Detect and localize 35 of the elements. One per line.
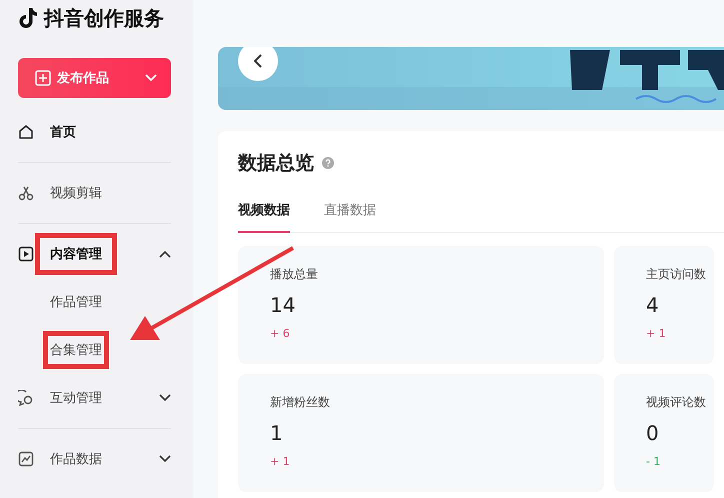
menu-item[interactable]: 互动管理: [50, 389, 102, 407]
publish-button[interactable]: 发布作品: [18, 58, 171, 98]
tab[interactable]: 视频数据: [238, 197, 290, 233]
menu-item[interactable]: 作品管理: [50, 293, 102, 311]
chevron-left-icon: [254, 54, 262, 68]
chevron-icon[interactable]: [159, 394, 171, 402]
stat-label: 视频评论数: [646, 394, 707, 411]
stat-label: 主页访问数: [646, 266, 707, 283]
plus-icon: [35, 70, 51, 86]
chart-icon: [18, 451, 34, 467]
chevron-icon[interactable]: [159, 250, 171, 258]
stat-label: 新增粉丝数: [270, 394, 331, 411]
menu-item[interactable]: 内容管理: [50, 245, 102, 263]
chevron-icon: [145, 74, 157, 82]
section-title: 数据总览: [238, 151, 314, 176]
scissors-icon: [18, 185, 34, 201]
stat-delta: - 1: [646, 455, 662, 468]
stat-value: 1: [270, 421, 284, 445]
stat-value: 14: [270, 293, 296, 317]
menu-item[interactable]: 作品数据: [50, 450, 102, 468]
stat-delta: + 6: [270, 327, 291, 340]
menu-item[interactable]: 首页: [50, 123, 76, 141]
play-icon: [18, 246, 34, 262]
logo-icon: [18, 7, 38, 29]
stat-value: 0: [646, 421, 660, 445]
chevron-icon[interactable]: [159, 455, 171, 463]
home-icon: [18, 124, 34, 140]
brand-name: 抖音创作服务: [44, 4, 164, 32]
menu-item[interactable]: 视频剪辑: [50, 184, 102, 202]
stat-value: 4: [646, 293, 660, 317]
menu-item[interactable]: 合集管理: [50, 341, 102, 359]
stat-delta: + 1: [646, 327, 667, 340]
tab[interactable]: 直播数据: [324, 197, 376, 233]
stat-delta: + 1: [270, 455, 291, 468]
stat-label: 播放总量: [270, 266, 319, 283]
